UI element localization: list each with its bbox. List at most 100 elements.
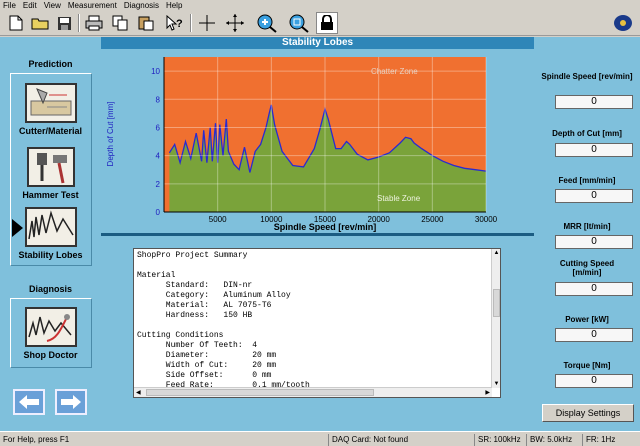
- spindle-speed-label: Spindle Speed [rev/min]: [541, 72, 633, 81]
- summary-line: Diameter: 20 mm: [137, 351, 277, 360]
- summary-line: Standard: DIN-nr: [137, 281, 253, 290]
- y-tick-labels: 0 2 4 6 8 10: [151, 67, 160, 217]
- nav-shop-doctor[interactable]: Shop Doctor: [0, 307, 101, 360]
- lock-icon[interactable]: [316, 12, 338, 34]
- menu-diagnosis[interactable]: Diagnosis: [124, 1, 159, 10]
- panel-divider: [101, 233, 534, 236]
- status-daq: DAQ Card: Not found: [328, 434, 474, 446]
- selection-arrow-icon: [12, 219, 23, 237]
- stability-lobes-label: Stability Lobes: [18, 250, 83, 260]
- stability-lobe-chart[interactable]: 5000 10000 15000 20000 25000 30000 0246810 Ch…: [101, 49, 534, 232]
- y-tick-label: 8: [156, 95, 161, 104]
- right-arrow-icon: [61, 395, 81, 409]
- status-bandwidth: BW: 5.0kHz: [526, 434, 582, 446]
- summary-line: Material: [137, 271, 176, 280]
- summary-line: Side Offset: 0 mm: [137, 371, 272, 380]
- menu-file[interactable]: File: [3, 1, 16, 10]
- y-axis-label: Depth of Cut [mm]: [106, 102, 115, 167]
- power-label: Power [kW]: [565, 315, 609, 324]
- zoom-fit-icon[interactable]: [288, 12, 310, 34]
- summary-vertical-scrollbar[interactable]: ▲ ▼: [491, 249, 500, 388]
- left-panel: Prediction Cutter/Material Hammer Test S…: [0, 37, 101, 431]
- scroll-right-icon[interactable]: ▶: [485, 389, 490, 396]
- x-tick-label: 25000: [421, 215, 444, 224]
- status-bar: For Help, press F1 DAQ Card: Not found S…: [0, 431, 640, 446]
- paste-icon[interactable]: [135, 12, 157, 34]
- y-tick-label: 2: [156, 180, 161, 189]
- x-axis-label: Spindle Speed [rev/min]: [274, 222, 377, 232]
- shop-doctor-icon: [24, 307, 77, 347]
- mrr-value: 0: [555, 235, 633, 249]
- depth-of-cut-label: Depth of Cut [mm]: [552, 129, 622, 138]
- summary-line: [137, 261, 500, 271]
- menu-edit[interactable]: Edit: [23, 1, 37, 10]
- svg-text:?: ?: [176, 18, 183, 30]
- summary-line: Number Of Teeth: 4: [137, 341, 258, 350]
- save-icon[interactable]: [53, 12, 75, 34]
- new-file-icon[interactable]: [5, 12, 27, 34]
- menu-bar: File Edit View Measurement Diagnosis Hel…: [0, 0, 640, 10]
- x-tick-label: 5000: [209, 215, 227, 224]
- project-summary-text: ShopPro Project Summary Material Standar…: [134, 249, 500, 391]
- copy-icon[interactable]: [109, 12, 131, 34]
- move-crosshair-icon[interactable]: [224, 12, 246, 34]
- hammer-test-label: Hammer Test: [22, 190, 79, 200]
- spindle-speed-value: 0: [555, 95, 633, 109]
- y-tick-label: 4: [156, 152, 161, 161]
- scroll-left-icon[interactable]: ◀: [136, 389, 141, 396]
- app-logo-icon: [612, 12, 634, 34]
- vertical-scroll-thumb[interactable]: [493, 289, 500, 317]
- scroll-down-icon[interactable]: ▼: [493, 381, 500, 387]
- depth-of-cut-value: 0: [555, 143, 633, 157]
- crosshair-icon[interactable]: [196, 12, 218, 34]
- y-tick-label: 6: [156, 123, 161, 132]
- mrr-label: MRR [lt/min]: [563, 222, 611, 231]
- scroll-up-icon[interactable]: ▲: [493, 250, 500, 256]
- context-help-icon[interactable]: ?: [163, 12, 185, 34]
- torque-label: Torque [Nm]: [563, 361, 611, 370]
- stability-lobes-icon: [24, 207, 77, 247]
- diagnosis-title: Diagnosis: [28, 284, 72, 294]
- chatter-zone-label: Chatter Zone: [371, 67, 418, 76]
- left-arrow-icon: [19, 395, 39, 409]
- summary-horizontal-scrollbar[interactable]: ◀ ▶: [134, 387, 492, 397]
- nav-cutter-material[interactable]: Cutter/Material: [0, 83, 101, 136]
- summary-line: [137, 321, 500, 331]
- status-sample-rate: SR: 100kHz: [474, 434, 526, 446]
- cutter-material-icon: [24, 83, 77, 123]
- y-tick-label: 10: [151, 67, 160, 76]
- summary-line: Hardness: 150 HB: [137, 311, 253, 320]
- cutting-speed-label: Cutting Speed [m/min]: [559, 259, 615, 277]
- center-panel: Stability Lobes 5000 10000 15000 20000 25000…: [101, 37, 534, 431]
- power-value: 0: [555, 328, 633, 342]
- menu-view[interactable]: View: [44, 1, 61, 10]
- stable-zone-label: Stable Zone: [377, 194, 421, 203]
- print-icon[interactable]: [83, 12, 105, 34]
- back-arrow-button[interactable]: [13, 389, 45, 415]
- zoom-in-icon[interactable]: [256, 12, 278, 34]
- summary-line: ShopPro Project Summary: [137, 251, 248, 260]
- shop-doctor-label: Shop Doctor: [23, 350, 78, 360]
- display-settings-button[interactable]: Display Settings: [542, 404, 634, 422]
- cutter-material-label: Cutter/Material: [18, 126, 82, 136]
- right-panel: Spindle Speed [rev/min] 0 Depth of Cut […: [534, 37, 640, 431]
- status-frame-rate: FR: 1Hz: [582, 434, 640, 446]
- summary-line: Cutting Conditions: [137, 331, 224, 340]
- nav-hammer-test[interactable]: Hammer Test: [0, 147, 101, 200]
- x-tick-label: 30000: [475, 215, 498, 224]
- nav-stability-lobes[interactable]: Stability Lobes: [0, 207, 101, 260]
- horizontal-scroll-thumb[interactable]: [146, 389, 374, 396]
- project-summary-box[interactable]: ShopPro Project Summary Material Standar…: [133, 248, 501, 398]
- cutting-speed-value: 0: [555, 282, 633, 296]
- open-folder-icon[interactable]: [29, 12, 51, 34]
- prediction-title: Prediction: [28, 59, 73, 69]
- torque-value: 0: [555, 374, 633, 388]
- menu-measurement[interactable]: Measurement: [68, 1, 117, 10]
- summary-line: Category: Aluminum Alloy: [137, 291, 291, 300]
- menu-help[interactable]: Help: [166, 1, 182, 10]
- toolbar: ?: [0, 10, 640, 36]
- chart-panel-title: Stability Lobes: [101, 37, 534, 49]
- summary-line: Width of Cut: 20 mm: [137, 361, 277, 370]
- forward-arrow-button[interactable]: [55, 389, 87, 415]
- summary-line: Material: AL 7075-T6: [137, 301, 272, 310]
